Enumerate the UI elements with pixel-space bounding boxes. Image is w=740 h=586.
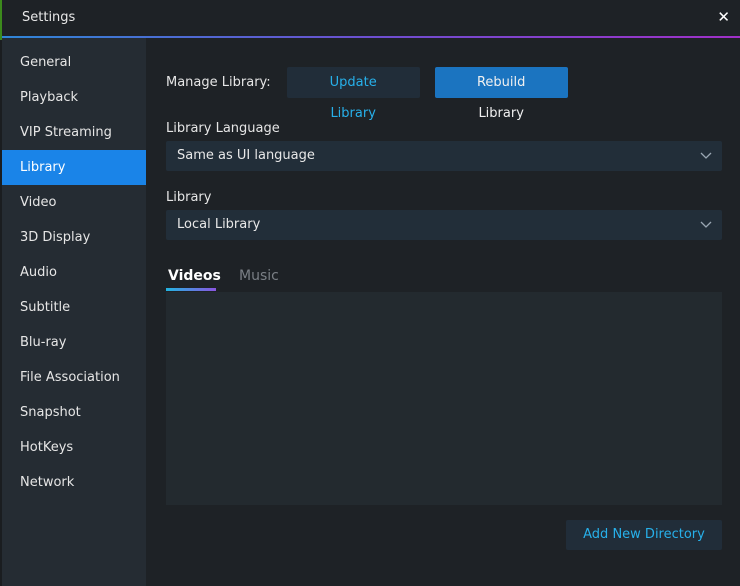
rebuild-library-button[interactable]: Rebuild Library — [434, 67, 568, 121]
sidebar-item-3d-display[interactable]: 3D Display — [2, 220, 146, 255]
sidebar-item-playback[interactable]: Playback — [2, 80, 146, 115]
sidebar-item-file-association[interactable]: File Association — [2, 360, 146, 395]
settings-sidebar: General Playback VIP Streaming Library V… — [2, 38, 146, 586]
directory-list[interactable] — [166, 292, 722, 505]
sidebar-item-general[interactable]: General — [2, 45, 146, 80]
manage-library-label: Manage Library: — [166, 75, 271, 90]
sidebar-item-network[interactable]: Network — [2, 465, 146, 500]
update-library-button[interactable]: Update Library — [286, 67, 420, 121]
sidebar-item-vip-streaming[interactable]: VIP Streaming — [2, 115, 146, 150]
tab-music[interactable]: Music — [239, 268, 279, 284]
library-value: Local Library — [177, 217, 261, 232]
library-settings-panel: Manage Library: Update Library Rebuild L… — [146, 38, 740, 586]
chevron-down-icon — [700, 152, 712, 159]
title-bar: Settings ✕ — [2, 0, 740, 36]
library-language-value: Same as UI language — [177, 148, 315, 163]
sidebar-item-hotkeys[interactable]: HotKeys — [2, 430, 146, 465]
chevron-down-icon — [700, 221, 712, 228]
window-title: Settings — [22, 10, 76, 25]
library-label: Library — [166, 190, 212, 205]
sidebar-item-video[interactable]: Video — [2, 185, 146, 220]
manage-library-row: Manage Library: Update Library Rebuild L… — [166, 67, 568, 121]
close-icon[interactable]: ✕ — [717, 8, 730, 26]
library-select[interactable]: Local Library — [166, 210, 722, 240]
active-tab-indicator — [166, 288, 216, 291]
sidebar-item-snapshot[interactable]: Snapshot — [2, 395, 146, 430]
library-language-select[interactable]: Same as UI language — [166, 141, 722, 171]
sidebar-item-subtitle[interactable]: Subtitle — [2, 290, 146, 325]
add-new-directory-button[interactable]: Add New Directory — [566, 520, 722, 550]
sidebar-item-audio[interactable]: Audio — [2, 255, 146, 290]
library-language-label: Library Language — [166, 121, 280, 136]
tab-videos[interactable]: Videos — [168, 268, 221, 284]
sidebar-item-library[interactable]: Library — [2, 150, 146, 185]
sidebar-item-blu-ray[interactable]: Blu-ray — [2, 325, 146, 360]
